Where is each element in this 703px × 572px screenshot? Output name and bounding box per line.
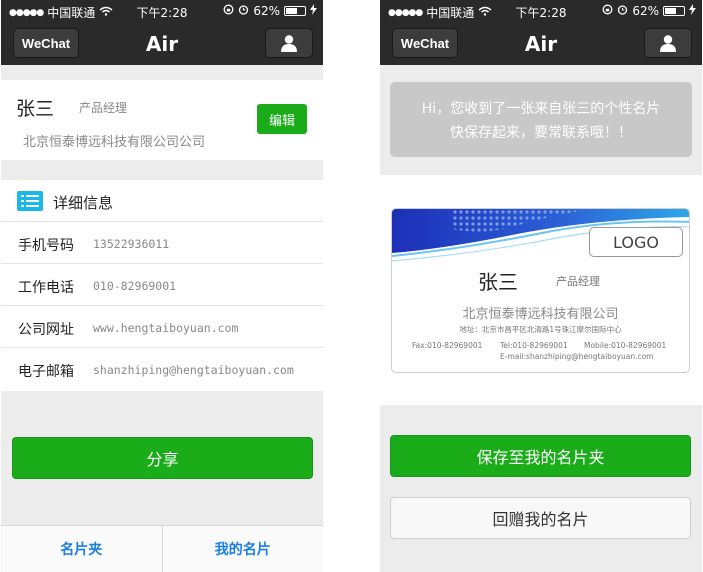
return-card-button[interactable]: 回赠我的名片 [390,497,691,539]
battery-icon [663,6,685,16]
detail-label: 手机号码 [18,238,74,254]
battery-percent: 62% [253,4,280,18]
detail-value[interactable]: www.hengtaiboyuan.com [93,321,238,335]
card-fax: Fax:010-82969001 [412,341,483,350]
nav-bar: WeChat Air [380,22,702,65]
details-header: 详细信息 [1,180,323,222]
business-card: LOGO 张三 产品经理 北京恒泰博远科技有限公司 地址：北京市昌平区北清路1号… [391,208,690,373]
tab-my-card[interactable]: 我的名片 [161,526,324,572]
rotation-lock-icon [602,4,613,18]
profile-button[interactable] [265,28,313,58]
person-icon [281,35,297,52]
card-address: 地址：北京市昌平区北清路1号珠江摩尔国际中心 [459,325,622,334]
person-icon [660,35,676,52]
detail-row-mobile: 手机号码 13522936011 [1,222,323,264]
alarm-icon [617,4,628,18]
charging-icon [689,4,696,18]
detail-row-work-phone: 工作电话 010-82969001 [1,264,323,306]
card-logo: LOGO [589,227,683,257]
detail-value[interactable]: 010-82969001 [93,279,176,293]
notice-area: Hi，您收到了一张来自张三的个性名片 快保存起来，要常联系哦！！ [380,65,702,175]
card-area: LOGO 张三 产品经理 北京恒泰博远科技有限公司 地址：北京市昌平区北清路1号… [380,175,702,405]
profile-screen: ●●●●● 中国联通 下午2:28 62% WeChat Air 张三 产品经理… [1,0,323,572]
detail-label: 工作电话 [18,280,74,296]
rotation-lock-icon [223,4,234,18]
card-title: 产品经理 [556,275,600,288]
detail-row-website: 公司网址 www.hengtaiboyuan.com [1,306,323,348]
detail-value[interactable]: shanzhiping@hengtaiboyuan.com [93,363,294,377]
profile-button[interactable] [644,28,692,58]
bottom-tab-bar: 名片夹 我的名片 [1,525,323,572]
card-mobile: Mobile:010-82969001 [584,341,667,350]
share-button[interactable]: 分享 [12,437,313,479]
detail-row-email: 电子邮箱 shanzhiping@hengtaiboyuan.com [1,348,323,390]
detail-value[interactable]: 13522936011 [93,237,169,251]
details-section: 详细信息 手机号码 13522936011 工作电话 010-82969001 … [1,180,323,391]
tab-card-holder[interactable]: 名片夹 [1,526,162,572]
alarm-icon [238,4,249,18]
notice-line-2: 快保存起来，要常联系哦！！ [450,125,632,141]
nav-bar: WeChat Air [1,22,323,65]
card-tel: Tel:010-82969001 [500,341,568,350]
status-bar: ●●●●● 中国联通 下午2:28 62% [1,0,323,22]
received-card-screen: ●●●●● 中国联通 下午2:28 62% WeChat Air Hi，您收到了… [380,0,702,572]
detail-label: 电子邮箱 [18,364,74,380]
profile-company: 北京恒泰博远科技有限公司公司 [23,135,206,150]
profile-card: 张三 产品经理 北京恒泰博远科技有限公司公司 编辑 [1,80,323,160]
card-email: E-mail:shanzhiping@hengtaiboyuan.com [500,352,654,361]
edit-button[interactable]: 编辑 [257,104,307,134]
details-title: 详细信息 [53,194,114,212]
save-card-button[interactable]: 保存至我的名片夹 [390,435,691,477]
battery-icon [284,6,306,16]
status-bar: ●●●●● 中国联通 下午2:28 62% [380,0,702,22]
card-name: 张三 [478,270,518,294]
card-company: 北京恒泰博远科技有限公司 [462,307,619,322]
detail-label: 公司网址 [18,322,74,338]
notice-line-1: Hi，您收到了一张来自张三的个性名片 [421,101,661,117]
list-icon [17,191,43,211]
profile-title: 产品经理 [79,101,128,115]
notice-message: Hi，您收到了一张来自张三的个性名片 快保存起来，要常联系哦！！ [390,82,692,157]
charging-icon [310,4,317,18]
profile-name: 张三 [16,98,55,120]
battery-percent: 62% [632,4,659,18]
